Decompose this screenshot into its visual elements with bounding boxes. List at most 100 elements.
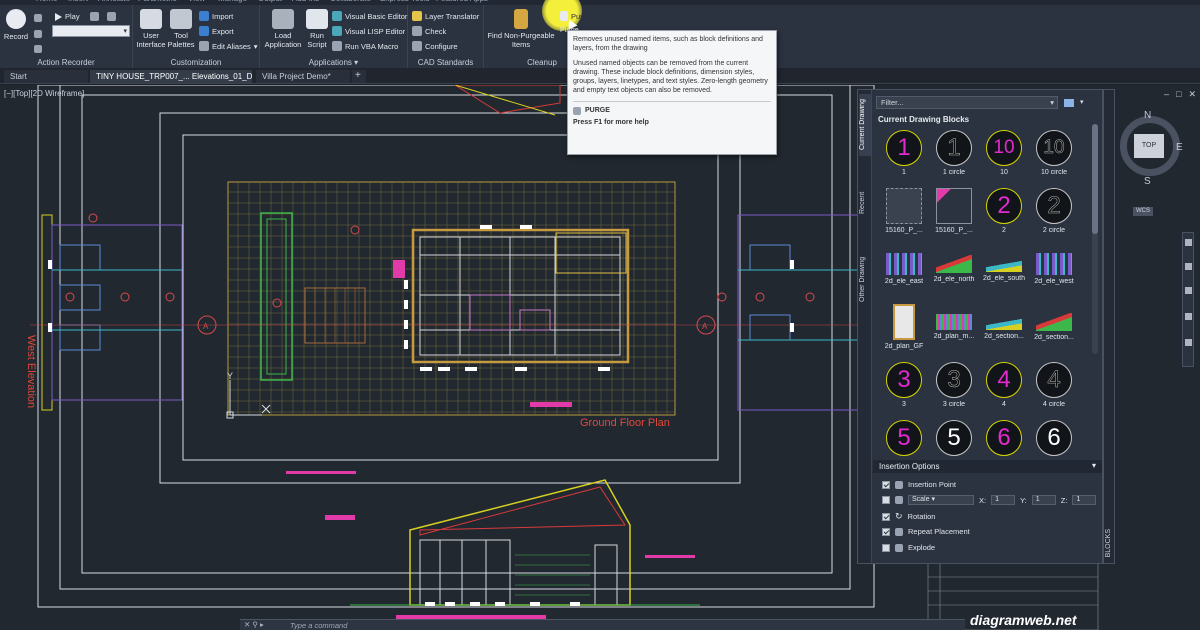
edit-aliases-button[interactable]: Edit Aliases ▾ — [199, 41, 258, 51]
preference-icon[interactable] — [34, 45, 42, 53]
ribbon-tab[interactable]: Manage — [218, 0, 247, 3]
block-item[interactable]: 22 — [978, 188, 1030, 245]
showmotion-icon[interactable] — [1185, 339, 1192, 346]
ribbon-tab[interactable]: Parametric — [138, 0, 177, 3]
orbit-icon[interactable] — [1185, 313, 1192, 320]
command-input[interactable]: Type a command — [290, 621, 347, 630]
close-icon[interactable]: ✕ — [244, 620, 250, 629]
compass-east[interactable]: E — [1176, 142, 1183, 153]
tab-villa-project[interactable]: Villa Project Demo* — [256, 70, 350, 83]
purge-button[interactable]: Purge — [560, 11, 591, 21]
ribbon-tab[interactable]: Add-ins — [292, 0, 319, 3]
ribbon-tab[interactable]: Home — [36, 0, 57, 3]
blocks-palette-titlebar[interactable]: BLOCKS — [1103, 89, 1115, 564]
play-button[interactable]: Play — [55, 12, 80, 21]
block-item[interactable]: 44 — [978, 362, 1030, 419]
block-item[interactable]: 10 10 — [978, 130, 1030, 187]
customize-icon[interactable]: ⚲ — [252, 620, 258, 629]
insert-message-icon[interactable] — [90, 12, 99, 21]
configure-button[interactable]: Configure — [412, 41, 458, 51]
block-item[interactable]: 2 2 circle — [1028, 188, 1080, 245]
chevron-down-icon[interactable]: ▾ — [1080, 98, 1084, 106]
option-explode[interactable]: Explode — [882, 543, 935, 552]
checkbox[interactable] — [882, 512, 890, 521]
block-item[interactable]: 2d_plan_GF — [878, 304, 930, 361]
viewcube[interactable]: TOP N E S — [1118, 110, 1183, 190]
compass-north[interactable]: N — [1144, 110, 1151, 121]
block-item[interactable]: 2d_section... — [978, 304, 1030, 361]
tab-tiny-house[interactable]: TINY HOUSE_TRP007_... Elevations_01_D03* — [90, 70, 252, 83]
block-item[interactable]: 2d_ele_east — [878, 246, 930, 303]
run-script-button[interactable]: Run Script — [303, 9, 331, 49]
tab-start[interactable]: Start — [4, 70, 88, 83]
panel-title-applications[interactable]: Applications ▾ — [260, 58, 407, 67]
option-rotation[interactable]: ↻ Rotation — [882, 511, 935, 522]
new-tab-button[interactable]: + — [352, 70, 366, 83]
full-navigation-wheel-icon[interactable] — [1185, 239, 1192, 246]
record-button[interactable]: Record — [3, 9, 29, 41]
scale-z-input[interactable]: 1 — [1072, 495, 1097, 505]
lisp-editor-button[interactable]: Visual LISP Editor — [332, 26, 405, 36]
navigation-bar[interactable] — [1182, 232, 1194, 367]
import-button[interactable]: Import — [199, 11, 233, 21]
request-input-icon[interactable] — [107, 12, 116, 21]
viewport-controls[interactable]: [−][Top][2D Wireframe] — [4, 89, 84, 98]
block-item[interactable]: 1 1 circle — [928, 130, 980, 187]
checkbox[interactable] — [882, 496, 890, 504]
tab-current-drawing[interactable]: Current Drawing — [859, 94, 871, 156]
export-button[interactable]: Export — [199, 26, 234, 36]
vb-editor-button[interactable]: Visual Basic Editor — [332, 11, 407, 21]
block-item[interactable]: 2d_ele_south — [978, 246, 1030, 303]
macro-select[interactable]: ▾ — [52, 25, 130, 37]
viewcube-top-face[interactable]: TOP — [1134, 134, 1164, 158]
ribbon-tab[interactable]: Collaborate — [330, 0, 371, 3]
block-item[interactable]: 15160_P_... — [928, 188, 980, 245]
command-history-icon[interactable]: ▸ — [260, 620, 264, 629]
pan-icon[interactable] — [1185, 263, 1192, 270]
tab-other-drawing[interactable]: Other Drawing — [859, 250, 871, 308]
option-repeat-placement[interactable]: Repeat Placement — [882, 527, 970, 536]
option-insertion-point[interactable]: Insertion Point — [882, 480, 956, 489]
scale-y-input[interactable]: 1 — [1031, 495, 1056, 505]
ribbon-tab[interactable]: Annotate — [98, 0, 130, 3]
scale-select[interactable]: Scale ▾ — [908, 495, 974, 505]
wcs-menu[interactable]: WCS — [1133, 207, 1153, 216]
compass-south[interactable]: S — [1144, 176, 1151, 187]
run-vba-button[interactable]: Run VBA Macro — [332, 41, 398, 51]
block-item[interactable]: 33 — [878, 362, 930, 419]
tab-recent[interactable]: Recent — [859, 188, 871, 218]
layer-translator-button[interactable]: Layer Translator — [412, 11, 479, 21]
tool-palettes-button[interactable]: Tool Palettes — [166, 9, 196, 49]
block-item[interactable]: 15160_P_... — [878, 188, 930, 245]
block-item[interactable]: 2d_ele_west — [1028, 246, 1080, 303]
load-application-button[interactable]: Load Application — [262, 9, 304, 49]
ribbon-tab[interactable]: View — [188, 0, 205, 3]
view-mode-icon[interactable] — [1064, 99, 1074, 107]
block-item[interactable]: 2d_ele_north — [928, 246, 980, 303]
insertion-options-header[interactable]: Insertion Options ▾ — [873, 460, 1102, 473]
ribbon-tab[interactable]: Insert — [68, 0, 88, 3]
check-button[interactable]: Check — [412, 26, 446, 36]
zoom-icon[interactable] — [1185, 287, 1192, 294]
block-item[interactable]: 4 4 circle — [1028, 362, 1080, 419]
stop-icon[interactable] — [34, 14, 42, 22]
option-scale[interactable]: Scale ▾ X: 1 Y: 1 Z: 1 — [882, 495, 1097, 505]
block-item[interactable]: 11 — [878, 130, 930, 187]
close-icon[interactable]: ✕ — [1188, 89, 1196, 101]
block-item[interactable]: 2d_section... — [1028, 304, 1080, 361]
ribbon-tab[interactable]: Featured Apps — [436, 0, 488, 3]
maximize-icon[interactable]: □ — [1176, 89, 1181, 101]
block-item[interactable]: 3 3 circle — [928, 362, 980, 419]
panel-title-action-recorder[interactable]: Action Recorder — [0, 58, 132, 67]
checkbox[interactable] — [882, 527, 890, 536]
checkbox[interactable] — [882, 543, 890, 552]
block-item[interactable]: 2d_plan_m... — [928, 304, 980, 361]
command-line[interactable]: ✕ ⚲ ▸ Type a command — [240, 619, 965, 630]
checkbox[interactable] — [882, 480, 890, 489]
palette-scrollbar[interactable] — [1092, 124, 1098, 354]
scale-x-input[interactable]: 1 — [991, 495, 1016, 505]
pause-icon[interactable] — [34, 30, 42, 38]
user-interface-button[interactable]: User Interface — [135, 9, 167, 49]
ribbon-tab[interactable]: Output — [258, 0, 282, 3]
filter-input[interactable]: Filter... ▾ — [876, 96, 1058, 109]
